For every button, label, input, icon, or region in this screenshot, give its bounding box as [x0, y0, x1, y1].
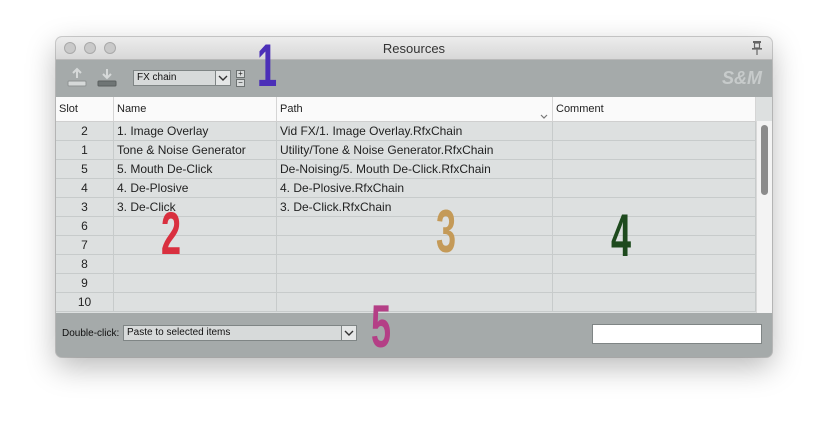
resources-window: Resources FX chain + − S&M Slot Name Pat…: [56, 37, 772, 357]
title-bar: Resources: [56, 37, 772, 60]
add-slot-button[interactable]: +: [236, 70, 245, 78]
name-cell: [114, 217, 277, 235]
comment-cell: [553, 141, 756, 159]
comment-cell: [553, 293, 756, 311]
table-row[interactable]: 10: [56, 293, 756, 312]
footer-bar: Double-click: Paste to selected items: [56, 313, 772, 357]
resource-type-select[interactable]: FX chain: [133, 70, 231, 86]
path-cell: De-Noising/5. Mouth De-Click.RfxChain: [277, 160, 553, 178]
comment-cell: [553, 198, 756, 216]
chevron-down-icon: [341, 326, 356, 340]
path-cell: [277, 236, 553, 254]
comment-cell: [553, 160, 756, 178]
path-cell: [277, 217, 553, 235]
slot-cell: 3: [56, 198, 114, 216]
sm-logo: S&M: [722, 68, 762, 88]
annotation-marker-4: 4: [611, 202, 632, 269]
path-cell: [277, 255, 553, 273]
comment-cell: [553, 255, 756, 273]
slot-cell: 8: [56, 255, 114, 273]
path-cell: Utility/Tone & Noise Generator.RfxChain: [277, 141, 553, 159]
table-row[interactable]: 1 Tone & Noise Generator Utility/Tone & No…: [56, 141, 756, 160]
pin-icon[interactable]: [750, 40, 764, 56]
resource-type-value: FX chain: [137, 72, 177, 83]
double-click-action-select[interactable]: Paste to selected items: [123, 325, 357, 341]
chevron-down-icon: [215, 71, 230, 85]
download-icon[interactable]: [96, 66, 118, 90]
comment-cell: [553, 274, 756, 292]
comment-cell: [553, 179, 756, 197]
path-cell: 4. De-Plosive.RfxChain: [277, 179, 553, 197]
column-header-path-label: Path: [280, 103, 303, 115]
name-cell: [114, 236, 277, 254]
column-header-slot[interactable]: Slot: [56, 97, 114, 121]
double-click-label: Double-click:: [62, 328, 120, 339]
annotation-marker-2: 2: [161, 200, 182, 267]
slot-cell: 6: [56, 217, 114, 235]
remove-slot-button[interactable]: −: [236, 79, 245, 87]
name-cell: 5. Mouth De-Click: [114, 160, 277, 178]
name-cell: [114, 293, 277, 311]
slot-cell: 7: [56, 236, 114, 254]
column-header-name[interactable]: Name: [114, 97, 277, 121]
window-title: Resources: [382, 41, 446, 56]
path-cell: Vid FX/1. Image Overlay.RfxChain: [277, 122, 553, 140]
name-cell: 4. De-Plosive: [114, 179, 277, 197]
comment-cell: [553, 122, 756, 140]
name-cell: 1. Image Overlay: [114, 122, 277, 140]
double-click-action-value: Paste to selected items: [127, 327, 231, 338]
comment-cell: [553, 217, 756, 235]
column-header-comment[interactable]: Comment: [553, 97, 756, 121]
table-row[interactable]: 5 5. Mouth De-Click De-Noising/5. Mouth De…: [56, 160, 756, 179]
scrollbar-thumb[interactable]: [761, 125, 768, 195]
path-cell: 3. De-Click.RfxChain: [277, 198, 553, 216]
table-header: Slot Name Path Comment: [56, 97, 756, 122]
table-row[interactable]: 9: [56, 274, 756, 293]
name-cell: Tone & Noise Generator: [114, 141, 277, 159]
path-cell: [277, 293, 553, 311]
sort-chevron-icon: [540, 105, 548, 119]
column-header-path[interactable]: Path: [277, 97, 553, 121]
upload-icon[interactable]: [66, 66, 88, 90]
table-row[interactable]: 2 1. Image Overlay Vid FX/1. Image Overlay…: [56, 122, 756, 141]
filter-input[interactable]: [592, 324, 762, 344]
slot-cell: 9: [56, 274, 114, 292]
vertical-scrollbar[interactable]: [756, 121, 772, 313]
name-cell: [114, 255, 277, 273]
slot-cell: 2: [56, 122, 114, 140]
path-cell: [277, 274, 553, 292]
slot-cell: 5: [56, 160, 114, 178]
slot-cell: 1: [56, 141, 114, 159]
slot-cell: 4: [56, 179, 114, 197]
toolbar: FX chain + − S&M: [56, 60, 772, 97]
name-cell: [114, 274, 277, 292]
slot-stepper: + −: [236, 70, 245, 88]
name-cell: 3. De-Click: [114, 198, 277, 216]
annotation-marker-1: 1: [257, 32, 278, 99]
comment-cell: [553, 236, 756, 254]
table-row[interactable]: 4 4. De-Plosive 4. De-Plosive.RfxChain: [56, 179, 756, 198]
annotation-marker-3: 3: [436, 198, 457, 265]
slot-cell: 10: [56, 293, 114, 311]
annotation-marker-5: 5: [371, 293, 392, 360]
